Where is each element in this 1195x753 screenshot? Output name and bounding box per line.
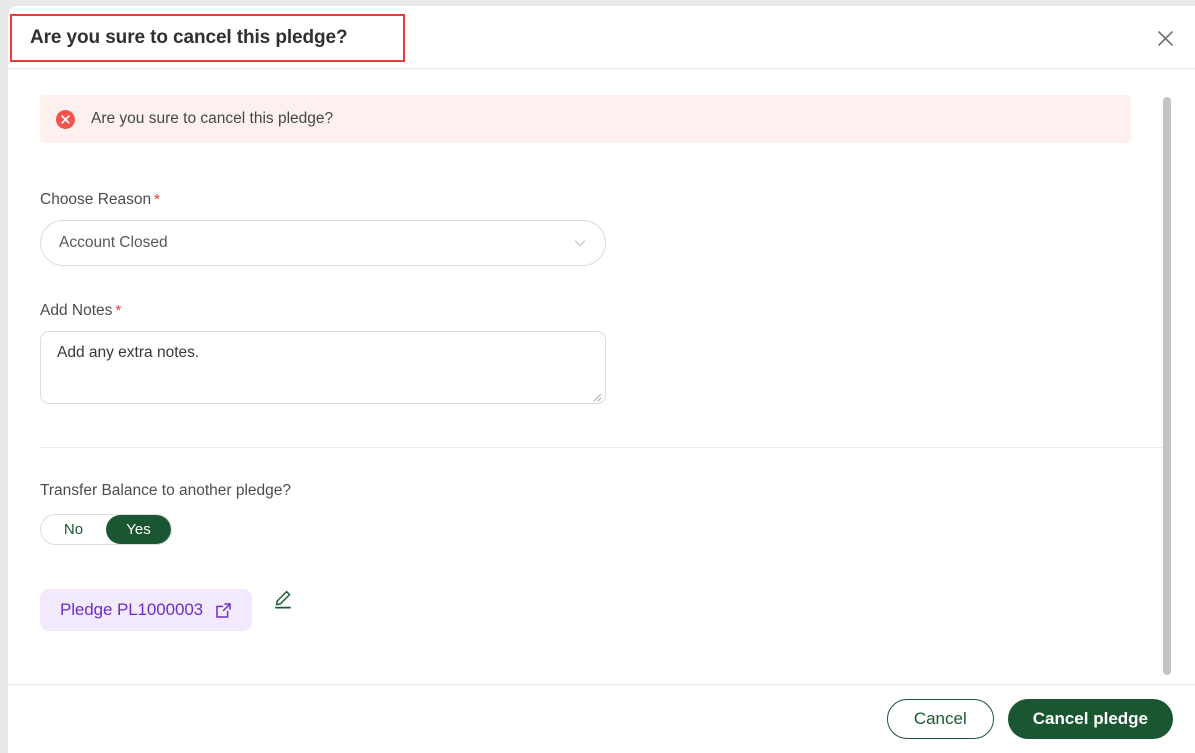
add-notes-label: Add Notes * <box>40 302 1131 320</box>
toggle-option-yes[interactable]: Yes <box>106 515 171 544</box>
add-notes-field <box>40 331 606 409</box>
cancel-button[interactable]: Cancel <box>886 698 994 739</box>
modal-header: Are you sure to cancel this pledge? <box>8 6 1195 69</box>
page-title-highlight: Are you sure to cancel this pledge? <box>10 14 405 62</box>
required-asterisk: * <box>154 191 161 208</box>
modal-footer: Cancel Cancel pledge <box>8 684 1195 752</box>
choose-reason-value: Account Closed <box>59 234 168 251</box>
add-notes-textarea[interactable] <box>40 331 606 404</box>
transfer-balance-toggle[interactable]: No Yes <box>40 514 172 545</box>
body-scrollbar-thumb[interactable] <box>1163 97 1171 675</box>
body-scrollbar[interactable] <box>1163 97 1171 676</box>
modal-body-content: Are you sure to cancel this pledge? Choo… <box>8 69 1171 631</box>
external-link-icon[interactable] <box>215 602 232 619</box>
cancel-pledge-button[interactable]: Cancel pledge <box>1007 698 1173 739</box>
modal-body: Are you sure to cancel this pledge? Choo… <box>8 69 1195 684</box>
pledge-chip[interactable]: Pledge PL1000003 <box>40 589 253 631</box>
error-alert-banner: Are you sure to cancel this pledge? <box>40 95 1131 143</box>
choose-reason-select[interactable]: Account Closed <box>40 220 606 266</box>
pencil-edit-icon[interactable] <box>274 590 292 609</box>
error-alert-message: Are you sure to cancel this pledge? <box>91 110 334 127</box>
choose-reason-label-text: Choose Reason <box>40 191 152 208</box>
toggle-option-no[interactable]: No <box>41 515 106 544</box>
error-circle-icon <box>56 109 75 129</box>
transfer-balance-label: Transfer Balance to another pledge? <box>40 482 292 499</box>
close-button[interactable] <box>1149 22 1181 54</box>
required-asterisk: * <box>115 302 122 319</box>
section-divider <box>40 447 1171 448</box>
choose-reason-field: Account Closed <box>40 220 606 266</box>
page-title: Are you sure to cancel this pledge? <box>30 27 348 48</box>
choose-reason-label: Choose Reason * <box>40 191 1131 209</box>
cancel-pledge-modal: Are you sure to cancel this pledge? Are … <box>8 6 1195 753</box>
add-notes-label-text: Add Notes <box>40 302 113 319</box>
pledge-chip-label: Pledge PL1000003 <box>60 600 204 619</box>
close-icon <box>1157 30 1174 47</box>
pledge-chip-row: Pledge PL1000003 <box>40 589 1131 631</box>
